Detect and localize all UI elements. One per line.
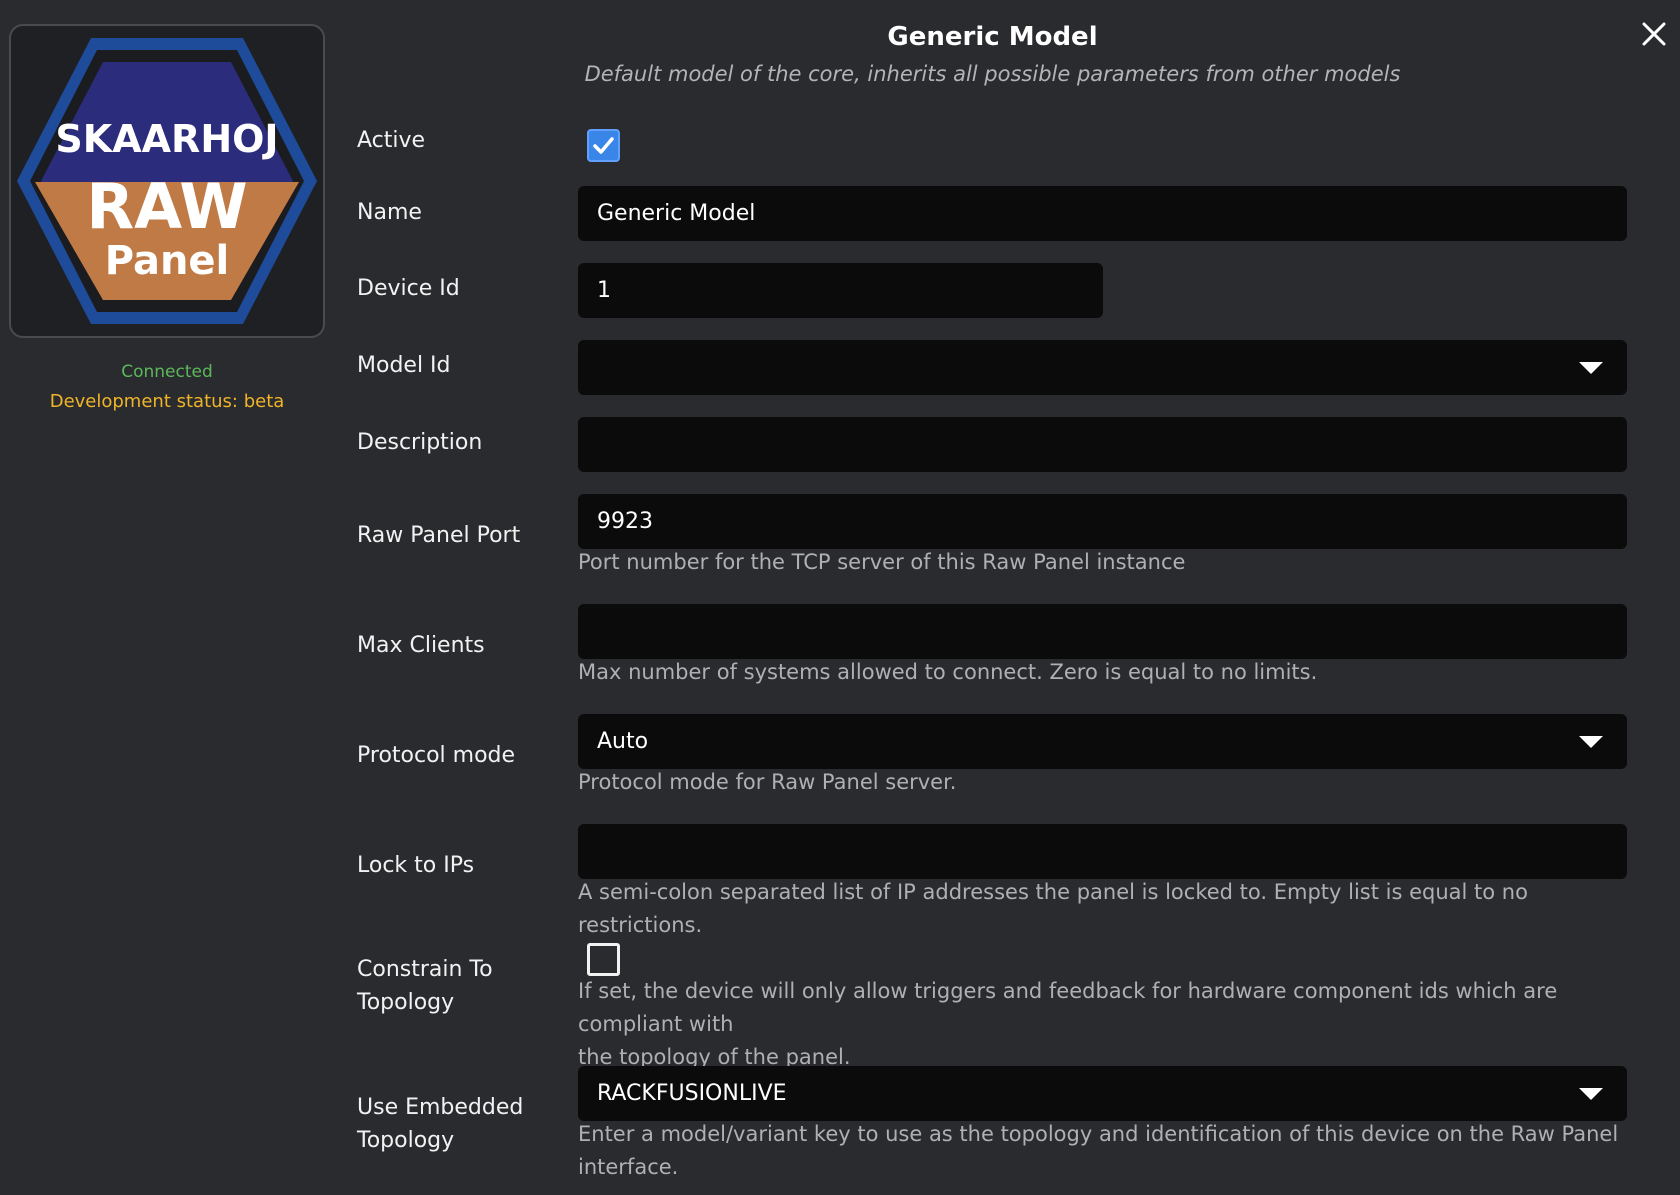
constrain-to-topology-label-line1: Constrain To [357, 957, 493, 982]
constrain-to-topology-checkbox[interactable] [587, 943, 620, 976]
protocol-mode-value: Auto [597, 729, 649, 754]
raw-panel-port-input[interactable]: 9923 [578, 494, 1627, 549]
raw-panel-port-label: Raw Panel Port [357, 523, 521, 548]
constrain-to-topology-label: Constrain To Topology [357, 953, 557, 1019]
logo-line3: Panel [105, 238, 230, 284]
development-status: Development status: beta [49, 391, 285, 412]
use-embedded-topology-label-line1: Use Embedded [357, 1095, 524, 1120]
use-embedded-topology-label-line2: Topology [357, 1128, 455, 1153]
max-clients-help: Max number of systems allowed to connect… [578, 660, 1318, 684]
name-input[interactable]: Generic Model [578, 186, 1627, 241]
device-id-input[interactable]: 1 [578, 263, 1103, 318]
use-embedded-topology-value: RACKFUSIONLIVE [597, 1081, 787, 1106]
page-subtitle: Default model of the core, inherits all … [584, 62, 1401, 86]
model-id-select[interactable] [578, 340, 1627, 395]
use-embedded-topology-help: Enter a model/variant key to use as the … [578, 1118, 1638, 1184]
logo-line1: SKAARHOJ [55, 117, 278, 161]
use-embedded-topology-select[interactable]: RACKFUSIONLIVE [578, 1066, 1627, 1121]
device-id-label: Device Id [357, 276, 460, 301]
connection-status: Connected [121, 362, 213, 382]
active-checkbox[interactable] [587, 129, 620, 162]
use-embedded-topology-help-line2: interface. [578, 1155, 679, 1179]
lock-to-ips-label: Lock to IPs [357, 853, 475, 878]
raw-panel-port-help: Port number for the TCP server of this R… [578, 550, 1186, 574]
app-logo: SKAARHOJ RAW Panel [9, 24, 325, 338]
checkmark-icon [593, 137, 614, 154]
use-embedded-topology-label: Use Embedded Topology [357, 1091, 557, 1157]
max-clients-input[interactable] [578, 604, 1627, 659]
chevron-down-icon [1579, 1088, 1603, 1100]
constrain-to-topology-label-line2: Topology [357, 990, 455, 1015]
protocol-mode-label: Protocol mode [357, 743, 516, 768]
chevron-down-icon [1579, 736, 1603, 748]
model-id-label: Model Id [357, 353, 451, 378]
lock-to-ips-help: A semi-colon separated list of IP addres… [578, 880, 1528, 937]
page-title: Generic Model [887, 22, 1098, 52]
max-clients-label: Max Clients [357, 633, 485, 658]
protocol-mode-select[interactable]: Auto [578, 714, 1627, 769]
name-label: Name [357, 200, 422, 225]
constrain-to-topology-help: If set, the device will only allow trigg… [578, 975, 1638, 1074]
constrain-to-topology-help-line1: If set, the device will only allow trigg… [578, 979, 1558, 1036]
active-label: Active [357, 128, 426, 153]
chevron-down-icon [1579, 362, 1603, 374]
description-input[interactable] [578, 417, 1627, 472]
description-label: Description [357, 430, 483, 455]
protocol-mode-help: Protocol mode for Raw Panel server. [578, 770, 957, 794]
use-embedded-topology-help-line1: Enter a model/variant key to use as the … [578, 1122, 1619, 1146]
lock-to-ips-input[interactable] [578, 824, 1627, 879]
logo-line2: RAW [86, 170, 247, 243]
